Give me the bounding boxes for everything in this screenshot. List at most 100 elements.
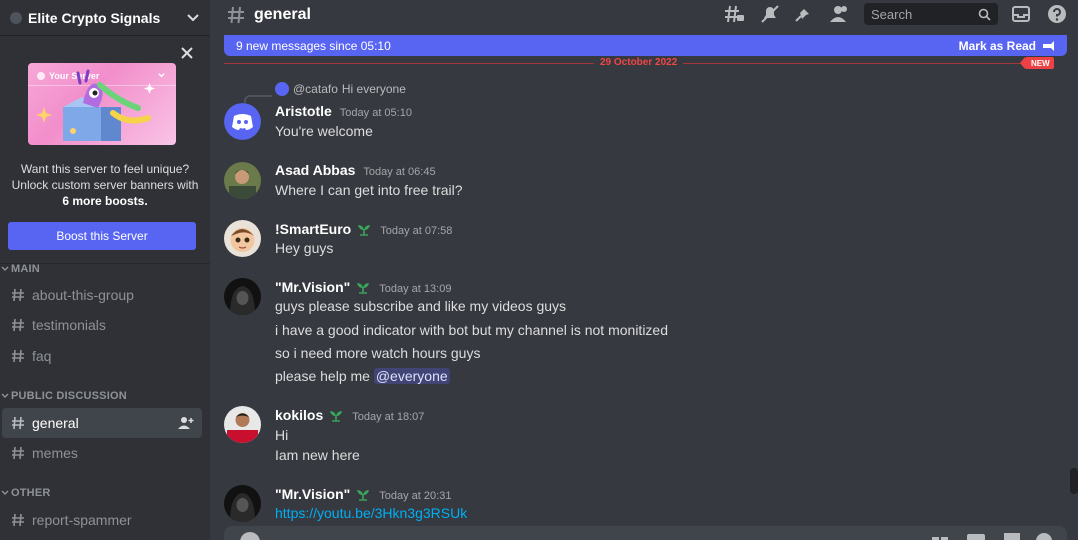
message-text: Where I can get into free trail? bbox=[275, 182, 463, 198]
category-label: MAIN bbox=[11, 263, 40, 275]
new-messages-text: 9 new messages since 05:10 bbox=[236, 38, 391, 53]
new-badge: NEW bbox=[1020, 57, 1054, 69]
sticker-icon[interactable] bbox=[1002, 531, 1022, 540]
timestamp: Today at 13:09 bbox=[379, 283, 452, 295]
mark-as-read-button[interactable]: Mark as Read bbox=[959, 39, 1055, 53]
timestamp: Today at 18:07 bbox=[352, 411, 425, 423]
gif-icon[interactable] bbox=[966, 531, 986, 540]
channel-label: faq bbox=[32, 348, 52, 364]
boost-description: Want this server to feel unique? Unlock … bbox=[0, 161, 210, 209]
upload-plus-icon[interactable] bbox=[240, 532, 260, 540]
date-divider-label: 29 October 2022 bbox=[594, 57, 684, 68]
author-name[interactable]: "Mr.Vision" bbox=[275, 486, 350, 502]
avatar[interactable] bbox=[224, 162, 261, 199]
sprout-icon bbox=[357, 490, 370, 501]
message-text: Iam new here bbox=[275, 447, 360, 463]
inbox-icon[interactable] bbox=[1010, 4, 1032, 24]
hash-icon bbox=[12, 446, 24, 460]
emoji-icon[interactable] bbox=[1034, 531, 1054, 540]
chevron-down-icon bbox=[1, 266, 9, 271]
boost-line-3: 6 more boosts. bbox=[62, 194, 148, 208]
reply-spine bbox=[244, 95, 272, 103]
message-text: Hi bbox=[275, 427, 289, 443]
message-text-part: please help me bbox=[275, 368, 370, 384]
hash-icon bbox=[12, 288, 24, 302]
author-name[interactable]: Asad Abbas bbox=[275, 162, 355, 178]
gift-icon[interactable] bbox=[930, 531, 950, 540]
server-icon bbox=[10, 11, 22, 24]
reply-avatar bbox=[275, 82, 289, 96]
avatar[interactable] bbox=[224, 278, 261, 315]
timestamp: Today at 07:58 bbox=[380, 225, 453, 237]
search-icon bbox=[978, 8, 991, 21]
reply-reference[interactable]: @catafo Hi everyone bbox=[275, 82, 406, 96]
channel-label: report-spammer bbox=[32, 512, 132, 528]
reply-user[interactable]: @catafo bbox=[293, 82, 338, 96]
mark-as-read-label: Mark as Read bbox=[958, 38, 1036, 53]
boost-illustration: Your Server bbox=[28, 63, 176, 145]
message-text: so i need more watch hours guys bbox=[275, 345, 481, 361]
channel-sidebar: Elite Crypto Signals Your Server Want th… bbox=[0, 0, 210, 540]
channel-testimonials[interactable]: testimonials bbox=[2, 310, 202, 340]
channel-label: about-this-group bbox=[32, 287, 134, 303]
channel-about-this-group[interactable]: about-this-group bbox=[2, 280, 202, 310]
channel-header: general Search bbox=[210, 0, 1078, 30]
chevron-down-icon bbox=[1, 490, 9, 495]
author-name[interactable]: "Mr.Vision" bbox=[275, 279, 350, 295]
avatar[interactable] bbox=[224, 103, 261, 140]
message-text: i have a good indicator with bot but my … bbox=[275, 322, 669, 338]
category-main[interactable]: MAIN bbox=[0, 263, 40, 275]
channel-label: memes bbox=[32, 445, 78, 461]
pin-icon[interactable] bbox=[793, 4, 815, 24]
author-name[interactable]: !SmartEuro bbox=[275, 221, 351, 237]
channel-general[interactable]: general bbox=[2, 408, 202, 438]
sprout-icon bbox=[330, 411, 343, 422]
hash-icon bbox=[12, 416, 24, 430]
members-icon[interactable] bbox=[829, 4, 851, 24]
category-public-discussion[interactable]: PUBLIC DISCUSSION bbox=[0, 390, 127, 402]
avatar[interactable] bbox=[224, 485, 261, 522]
scrollbar-thumb[interactable] bbox=[1070, 468, 1078, 494]
author-name[interactable]: kokilos bbox=[275, 407, 323, 423]
boost-server-button[interactable]: Boost this Server bbox=[8, 222, 196, 250]
author-name[interactable]: Aristotle bbox=[275, 103, 332, 119]
timestamp: Today at 06:45 bbox=[363, 166, 436, 178]
category-label: OTHER bbox=[11, 487, 51, 499]
hash-icon bbox=[12, 349, 24, 363]
avatar[interactable] bbox=[224, 406, 261, 443]
message-composer[interactable] bbox=[224, 526, 1067, 540]
channel-faq[interactable]: faq bbox=[2, 341, 202, 371]
chevron-down-icon[interactable] bbox=[186, 11, 200, 25]
avatar[interactable] bbox=[224, 220, 261, 257]
message-text: guys please subscribe and like my videos… bbox=[275, 298, 567, 314]
server-name: Elite Crypto Signals bbox=[28, 9, 161, 26]
category-other[interactable]: OTHER bbox=[0, 487, 51, 499]
message-text: You're welcome bbox=[275, 123, 373, 139]
sprout-icon bbox=[358, 225, 371, 236]
close-icon[interactable] bbox=[180, 46, 194, 60]
server-header[interactable]: Elite Crypto Signals bbox=[0, 0, 210, 36]
category-label: PUBLIC DISCUSSION bbox=[11, 390, 127, 402]
sprout-icon bbox=[357, 283, 370, 294]
search-placeholder: Search bbox=[871, 6, 913, 22]
channel-label: testimonials bbox=[32, 317, 106, 333]
channel-memes[interactable]: memes bbox=[2, 438, 202, 468]
timestamp: Today at 05:10 bbox=[339, 107, 412, 119]
message-link[interactable]: https://youtu.be/3Hkn3g3RSUk bbox=[275, 505, 467, 521]
message-text: please help me @everyone bbox=[275, 368, 450, 384]
everyone-mention[interactable]: @everyone bbox=[373, 368, 450, 384]
reply-text: Hi everyone bbox=[341, 82, 406, 96]
search-input[interactable]: Search bbox=[864, 3, 998, 25]
new-messages-bar[interactable]: 9 new messages since 05:10 Mark as Read bbox=[224, 35, 1067, 56]
hash-icon bbox=[12, 318, 24, 332]
help-icon[interactable] bbox=[1046, 4, 1068, 24]
channel-report-spammer[interactable]: report-spammer bbox=[2, 505, 202, 535]
channel-title: general bbox=[254, 6, 311, 23]
add-member-icon[interactable] bbox=[178, 416, 194, 430]
mark-read-icon bbox=[1043, 40, 1054, 51]
threads-icon[interactable] bbox=[723, 4, 745, 24]
mute-notifications-icon[interactable] bbox=[759, 4, 781, 24]
message-text: Hey guys bbox=[275, 240, 334, 256]
hash-icon bbox=[228, 6, 244, 24]
boost-line-1: Want this server to feel unique? bbox=[20, 162, 190, 176]
